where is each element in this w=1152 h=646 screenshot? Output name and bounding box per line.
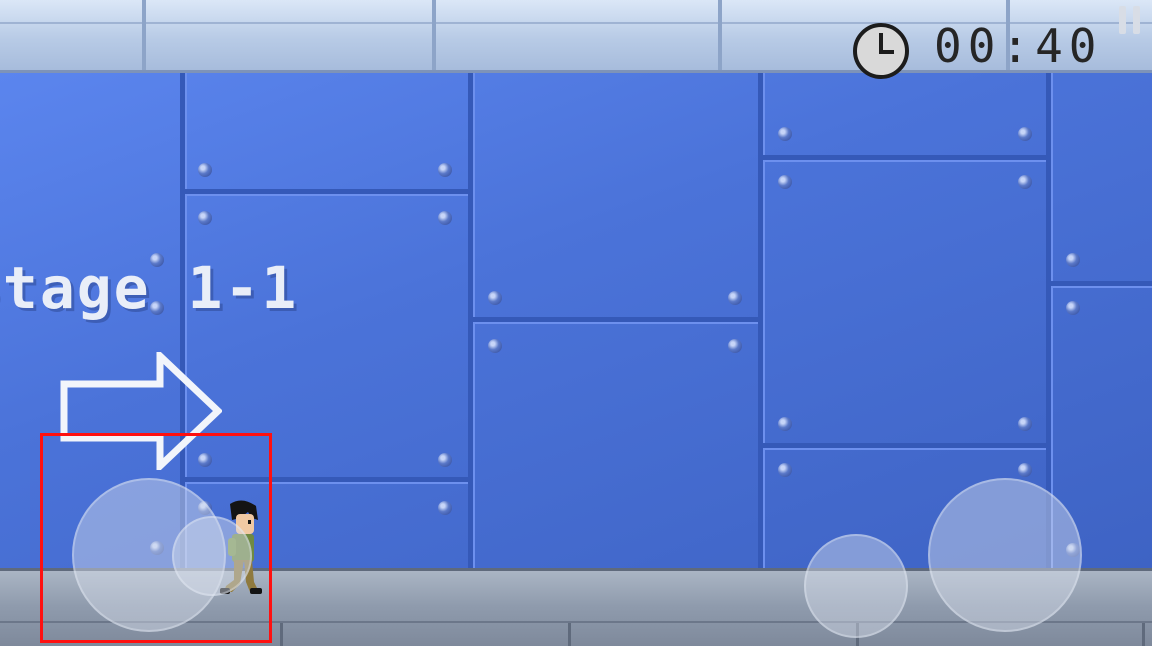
pause-icon [1119, 6, 1126, 34]
clock-icon [853, 23, 909, 79]
pause-button[interactable] [1116, 6, 1146, 36]
arrow-right-icon [60, 352, 222, 470]
jump-button[interactable] [928, 478, 1082, 632]
game-stage: Stage 1-1 00:40 [0, 0, 1152, 646]
action-button[interactable] [804, 534, 908, 638]
joystick-thumb[interactable] [172, 516, 252, 596]
stage-title: Stage 1-1 [0, 254, 299, 322]
timer-display: 00:40 [934, 19, 1103, 73]
